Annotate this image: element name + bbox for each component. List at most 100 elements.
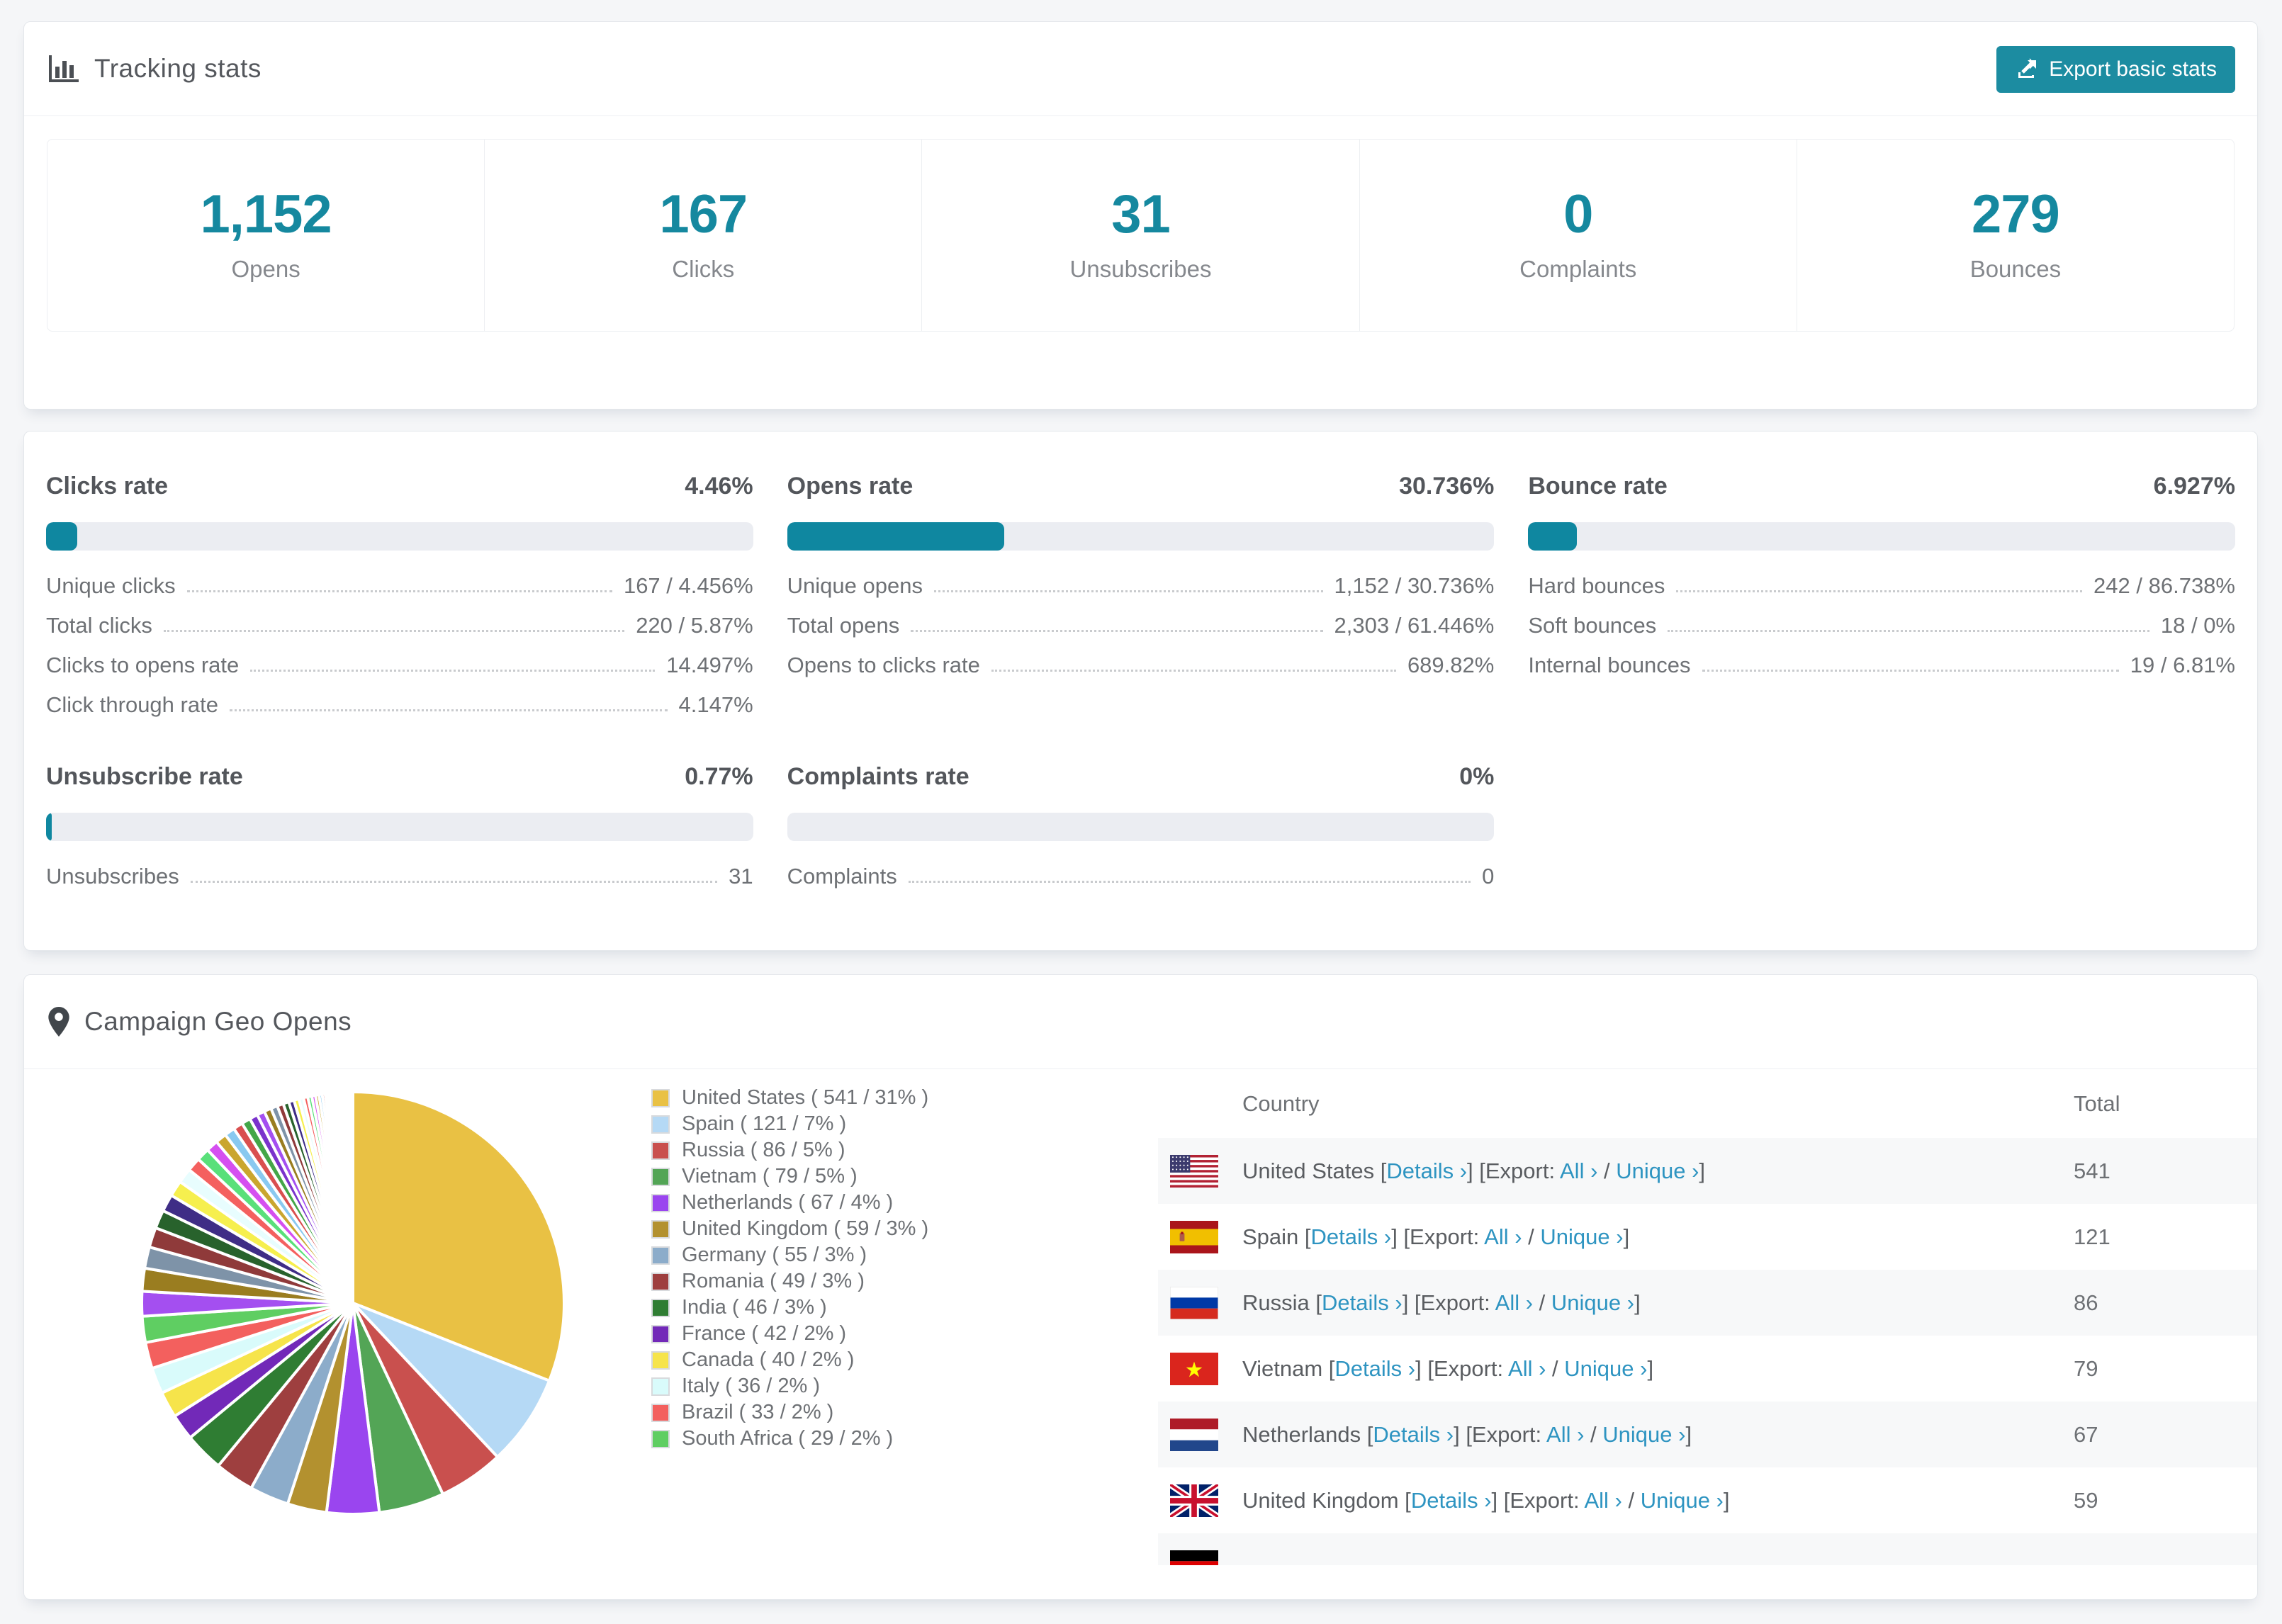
export-all-link[interactable]: All ›: [1546, 1422, 1584, 1447]
bar-chart-icon: [47, 54, 80, 84]
rate-title: Complaints rate: [787, 763, 969, 790]
details-link[interactable]: Details ›: [1411, 1488, 1492, 1513]
export-icon: [2015, 57, 2039, 81]
rate-row-label: Unique clicks: [46, 573, 176, 598]
rate-progress-track: [46, 522, 753, 551]
legend-label: Canada ( 40 / 2% ): [682, 1348, 855, 1371]
dotted-leader: [991, 670, 1396, 672]
export-all-link[interactable]: All ›: [1560, 1158, 1597, 1183]
flag-nl-icon: [1170, 1418, 1218, 1451]
tracking-stats-page: Tracking stats Export basic stats 1,152 O…: [0, 0, 2282, 1624]
dotted-leader: [933, 590, 1323, 592]
export-unique-link[interactable]: Unique ›: [1602, 1422, 1685, 1447]
stat-label: Complaints: [1519, 256, 1637, 282]
flag-es-icon: [1170, 1220, 1218, 1253]
export-all-link[interactable]: All ›: [1508, 1356, 1546, 1381]
legend-label: France ( 42 / 2% ): [682, 1322, 847, 1345]
campaign-geo-opens-card: Campaign Geo Opens United States ( 541 /…: [23, 974, 2258, 1600]
legend-item-brazil[interactable]: Brazil ( 33 / 2% ): [651, 1399, 928, 1426]
rate-value: 6.927%: [2153, 473, 2235, 500]
map-pin-icon: [47, 1006, 70, 1037]
legend-swatch: [651, 1403, 670, 1422]
details-link[interactable]: Details ›: [1373, 1422, 1454, 1447]
dotted-leader: [911, 630, 1323, 632]
page-title: Tracking stats: [94, 54, 262, 83]
rate-title: Unsubscribe rate: [46, 763, 243, 790]
flag-us-icon: [1170, 1154, 1218, 1188]
legend-item-romania[interactable]: Romania ( 49 / 3% ): [651, 1268, 928, 1295]
rate-value: 4.46%: [685, 473, 753, 500]
geo-table-row-russia: Russia [Details ›] [Export: All › / Uniq…: [1158, 1270, 2257, 1336]
rate-block-bounce-rate: Bounce rate 6.927% Hard bounces 242 / 86.73…: [1528, 473, 2235, 718]
legend-item-italy[interactable]: Italy ( 36 / 2% ): [651, 1373, 928, 1399]
export-basic-stats-button[interactable]: Export basic stats: [1996, 46, 2235, 93]
dotted-leader: [908, 881, 1471, 883]
details-link[interactable]: Details ›: [1322, 1290, 1403, 1315]
legend-swatch: [651, 1377, 670, 1396]
geo-row-total: 59: [2074, 1487, 2098, 1513]
geo-row-total: 79: [2074, 1355, 2098, 1381]
legend-item-russia[interactable]: Russia ( 86 / 5% ): [651, 1137, 928, 1163]
geo-header: Campaign Geo Opens: [24, 975, 2257, 1069]
details-link[interactable]: Details ›: [1334, 1356, 1415, 1381]
rates-card: Clicks rate 4.46% Unique clicks 167 / 4.456…: [23, 431, 2258, 951]
rate-block-complaints-rate: Complaints rate 0% Complaints 0: [787, 763, 1495, 889]
legend-label: Germany ( 55 / 3% ): [682, 1244, 867, 1266]
rate-row: Internal bounces 19 / 6.81%: [1528, 638, 2235, 678]
export-all-link[interactable]: All ›: [1484, 1224, 1522, 1249]
geo-row-text: United States [Details ›] [Export: All ›…: [1242, 1158, 1706, 1183]
dotted-leader: [250, 670, 656, 672]
export-unique-link[interactable]: Unique ›: [1540, 1224, 1623, 1249]
rate-row-value: 19 / 6.81%: [2130, 653, 2235, 677]
legend-item-india[interactable]: India ( 46 / 3% ): [651, 1295, 928, 1321]
stat-value: 167: [659, 184, 748, 244]
rate-progress-fill: [46, 813, 52, 841]
rate-progress-track: [787, 813, 1495, 841]
export-unique-link[interactable]: Unique ›: [1564, 1356, 1647, 1381]
rate-row-value: 1,152 / 30.736%: [1334, 573, 1495, 598]
rate-row-label: Total clicks: [46, 613, 152, 638]
legend-item-germany[interactable]: Germany ( 55 / 3% ): [651, 1242, 928, 1268]
rate-row: Complaints 0: [787, 850, 1495, 889]
export-unique-link[interactable]: Unique ›: [1551, 1290, 1634, 1315]
rate-row: Unique opens 1,152 / 30.736%: [787, 559, 1495, 599]
legend-label: Romania ( 49 / 3% ): [682, 1270, 865, 1292]
legend-swatch: [651, 1272, 670, 1291]
flag-gb-icon: [1170, 1484, 1218, 1517]
legend-item-united-kingdom[interactable]: United Kingdom ( 59 / 3% ): [651, 1216, 928, 1242]
rate-row: Unique clicks 167 / 4.456%: [46, 559, 753, 599]
rate-block-unsubscribe-rate: Unsubscribe rate 0.77% Unsubscribes 31: [46, 763, 753, 889]
rate-row-value: 242 / 86.738%: [2093, 573, 2235, 598]
column-header-total: Total: [2074, 1090, 2120, 1116]
rate-row-value: 31: [729, 864, 753, 889]
details-link[interactable]: Details ›: [1386, 1158, 1467, 1183]
stat-cell-bounces: 279 Bounces: [1797, 140, 2234, 331]
legend-item-united-states[interactable]: United States ( 541 / 31% ): [651, 1085, 928, 1111]
legend-item-vietnam[interactable]: Vietnam ( 79 / 5% ): [651, 1163, 928, 1190]
pie-slice-other-46[interactable]: [350, 1090, 354, 1304]
legend-item-south-africa[interactable]: South Africa ( 29 / 2% ): [651, 1426, 928, 1452]
legend-label: Italy ( 36 / 2% ): [682, 1375, 821, 1397]
rate-title: Bounce rate: [1528, 473, 1668, 500]
legend-item-canada[interactable]: Canada ( 40 / 2% ): [651, 1347, 928, 1373]
legend-item-spain[interactable]: Spain ( 121 / 7% ): [651, 1111, 928, 1137]
flag-vn-icon: [1170, 1352, 1218, 1385]
export-unique-link[interactable]: Unique ›: [1616, 1158, 1699, 1183]
legend-item-france[interactable]: France ( 42 / 2% ): [651, 1321, 928, 1347]
rate-value: 0%: [1459, 763, 1495, 790]
geo-table-row-united-states: United States [Details ›] [Export: All ›…: [1158, 1138, 2257, 1204]
stat-cell-clicks: 167 Clicks: [485, 140, 923, 331]
details-link[interactable]: Details ›: [1311, 1224, 1392, 1249]
rate-row: Soft bounces 18 / 0%: [1528, 599, 2235, 638]
export-unique-link[interactable]: Unique ›: [1641, 1488, 1724, 1513]
export-all-link[interactable]: All ›: [1584, 1488, 1621, 1513]
export-all-link[interactable]: All ›: [1495, 1290, 1533, 1315]
stat-label: Clicks: [672, 256, 735, 282]
rate-row-label: Opens to clicks rate: [787, 653, 980, 677]
rate-progress-track: [787, 522, 1495, 551]
summary-stats-strip: 1,152 Opens 167 Clicks 31 Unsubscribes 0 Compla…: [47, 139, 2235, 332]
rate-row: Total clicks 220 / 5.87%: [46, 599, 753, 638]
geo-table-row-netherlands: Netherlands [Details ›] [Export: All › /…: [1158, 1402, 2257, 1467]
dotted-leader: [186, 590, 612, 592]
legend-item-netherlands[interactable]: Netherlands ( 67 / 4% ): [651, 1190, 928, 1216]
